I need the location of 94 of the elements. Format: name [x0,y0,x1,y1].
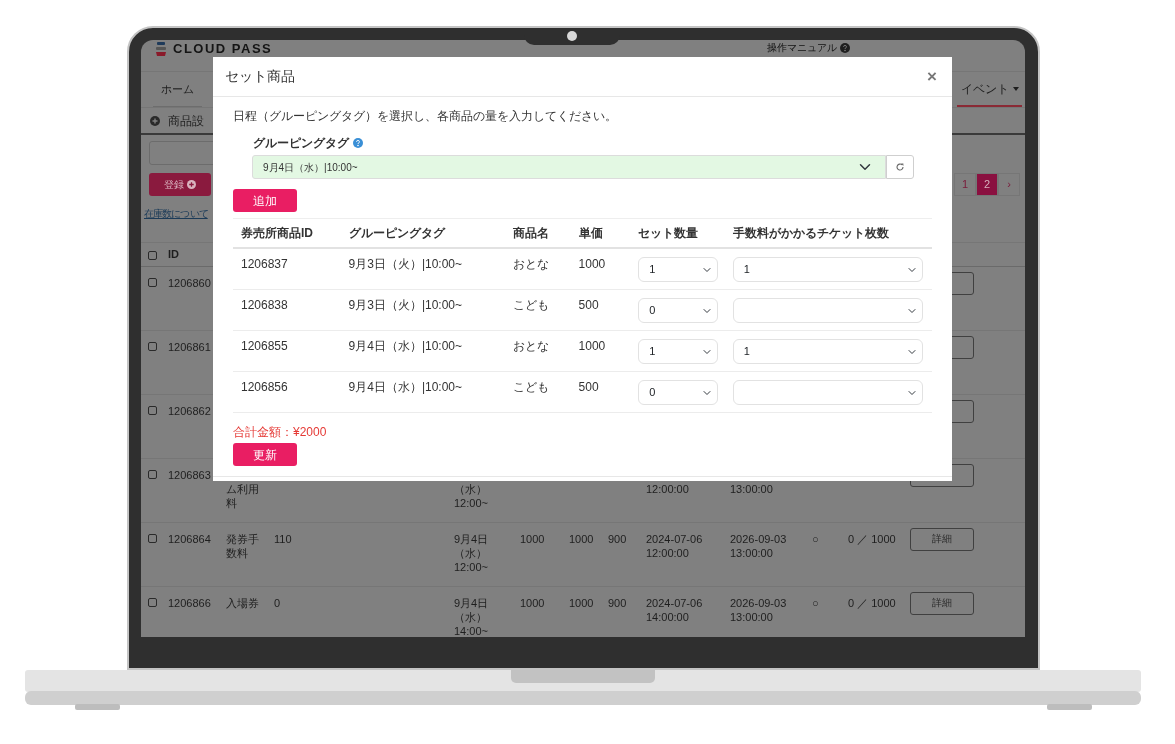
checkbox[interactable] [148,341,157,351]
table-cell-text: 0 ／ 1000 [848,531,897,546]
table-cell-text: 9月4日（水）14:00~ [454,595,490,637]
table-cell: 1206856 [241,380,288,394]
ticket-count-select[interactable]: 1 [732,257,923,282]
table-cell-text: 0 [274,595,282,610]
modal-title: セット商品 [225,67,295,86]
column-header: 手数料がかかるチケット枚数 [732,225,890,242]
table-cell-text: （水）12:00~ [454,481,489,510]
logo-text: CLOUD PASS [173,41,273,56]
table-cell: 入場券 [226,595,260,610]
checkbox[interactable] [148,250,157,260]
table-cell-text: ム利用料 [226,481,260,510]
refresh-button[interactable] [886,155,914,179]
checkbox[interactable] [148,277,157,287]
table-cell-text: 12:00:00 [646,481,690,496]
instruction-text: 日程（グルーピングタグ）を選択し、各商品の量を入力してください。 [233,108,618,125]
quantity-select[interactable]: 0 [638,298,719,323]
table-cell-text: 9月4日（水）12:00~ [454,531,490,574]
checkbox[interactable] [148,597,157,607]
table-cell-text: 1206864 [168,531,212,546]
table-cell-text: 900 [608,595,628,610]
refresh-icon [895,162,905,172]
plus-circle-icon [187,180,196,189]
field-label: グルーピングタグ [253,135,349,152]
table-cell-text: 1206861 [168,339,212,354]
table-cell-text: 1000 [520,595,546,610]
table-cell: 9月4日（水）|10:00~ [348,339,463,353]
update-button[interactable]: 更新 [233,443,297,466]
quantity-select[interactable]: 0 [638,380,719,405]
detail-button[interactable]: 詳細 [910,527,974,551]
plus-circle-icon[interactable] [150,115,160,126]
table-cell-text: 2026-09-03 13:00:00 [730,531,788,560]
quantity-select[interactable]: 1 [638,339,719,364]
page-link[interactable]: 1 [954,173,976,196]
table-cell: 9月3日（火）|10:00~ [348,257,463,271]
table-cell: 1206838 [241,298,288,312]
table-cell: 1206837 [241,257,288,271]
add-button[interactable]: 追加 [233,189,297,212]
column-header: グルーピングタグ [348,225,447,242]
ticket-count-select[interactable]: 1 [732,339,923,364]
table-cell-text: 1000 [569,595,595,610]
grouping-tag-select[interactable]: 9月4日（水）|10:00~ [252,155,886,179]
table-cell-text: ○ [812,531,820,546]
table-cell: おとな [512,339,549,353]
detail-button[interactable]: 詳細 [910,591,974,615]
table-cell: 1206855 [241,339,288,353]
total-amount: 合計金額：¥2000 [233,425,327,439]
section-title: 商品設 [168,112,204,130]
column-header: 単価 [578,225,604,242]
checkbox[interactable] [148,533,157,543]
nav-tab[interactable]: イベント [957,72,1022,107]
table-cell-text: 2026-09-03 13:00:00 [730,595,788,624]
column-header: 券売所商品ID [240,225,314,242]
table-cell: こども [512,380,549,394]
table-cell: 500 [578,380,599,394]
table-cell-text: ○ [812,595,820,610]
column-header: セット数量 [638,225,700,242]
table-cell-text: 1206866 [168,595,212,610]
stock-link[interactable]: 在庫数について [144,206,208,221]
quantity-select[interactable]: 1 [638,257,719,282]
camera-icon [567,31,577,41]
column-header: ID [168,246,180,262]
table-cell-text: 2024-07-06 12:00:00 [646,531,704,560]
table-cell-text: 2024-07-06 14:00:00 [646,595,704,624]
checkbox[interactable] [148,469,157,479]
logo-icon [155,41,167,57]
page-link[interactable]: › [998,173,1020,196]
table-cell-text: 900 [608,531,628,546]
nav-tab[interactable]: ホーム [153,72,202,107]
caret-icon [1013,86,1019,91]
table-cell: 9月3日（火）|10:00~ [348,298,463,312]
table-cell-text: 13:00:00 [730,481,774,496]
page-link[interactable]: 2 [976,173,998,196]
register-button[interactable]: 登録 [149,173,211,196]
table-cell-text: 1000 [520,531,546,546]
table-cell: 発券手数料 [226,531,260,560]
close-button[interactable]: × [924,68,940,85]
table-cell: こども [512,298,549,312]
table-cell: おとな [512,257,549,271]
help-icon[interactable] [353,138,363,148]
table-cell-text: 1206860 [168,275,212,290]
table-cell: 9月4日（水）|10:00~ [348,380,463,394]
table-cell-text: 110 [274,531,293,546]
table-cell-text: 1206862 [168,403,212,418]
column-header: 商品名 [512,225,550,242]
table-cell-text: 1206863 [168,467,212,482]
checkbox[interactable] [148,405,157,415]
table-cell: 1000 [578,339,606,353]
manual-link[interactable]: 操作マニュアル [767,41,837,54]
table-cell: 500 [578,298,599,312]
table-cell-text: 0 ／ 1000 [848,595,897,610]
table-cell-text: 1000 [569,531,595,546]
table-cell: 1000 [578,257,606,271]
